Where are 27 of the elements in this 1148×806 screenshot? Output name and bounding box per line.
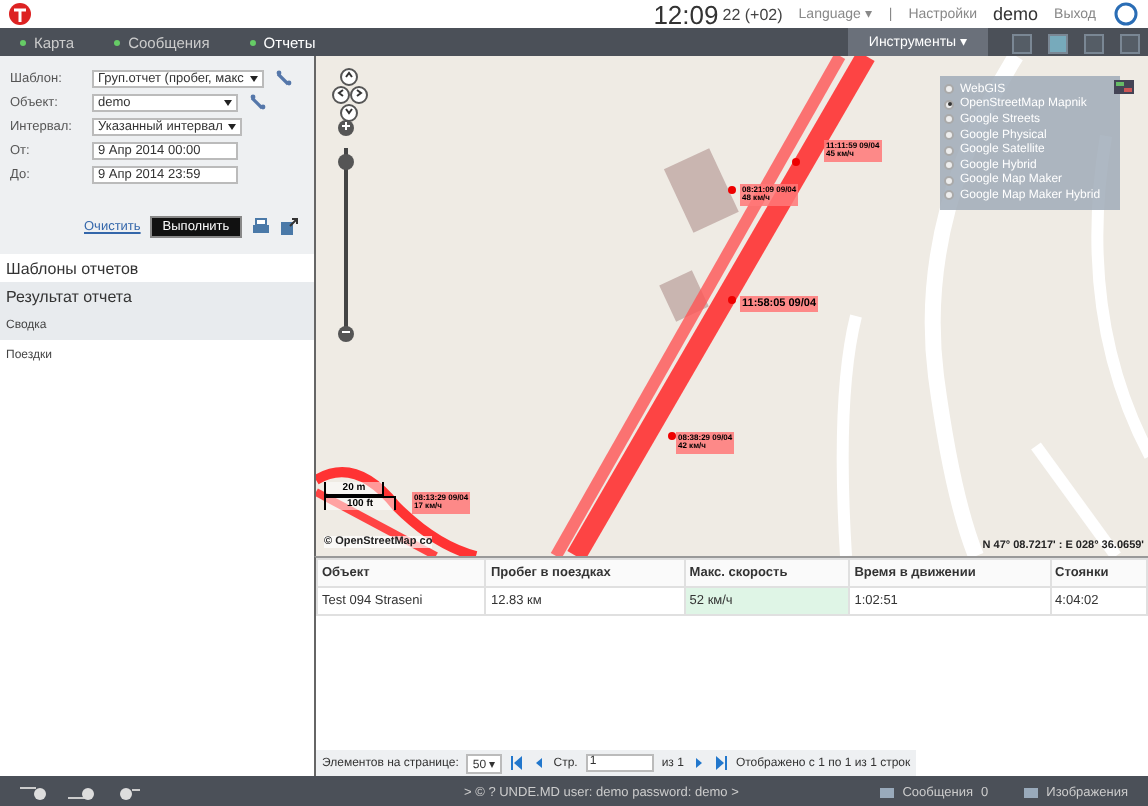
layer-toggle-icon[interactable] — [1114, 80, 1134, 94]
plus-icon — [340, 120, 352, 132]
next-page-icon[interactable] — [691, 756, 706, 770]
envelope-icon — [880, 787, 895, 797]
first-page-icon[interactable] — [509, 756, 524, 770]
export-icon[interactable] — [279, 218, 298, 236]
section-header[interactable]: Шаблоны отчетов — [0, 254, 314, 282]
clock-seconds: 22 (+02) — [722, 5, 783, 23]
print-icon[interactable] — [251, 218, 270, 236]
chevron-right-icon — [354, 88, 364, 98]
toggle-icon[interactable] — [68, 785, 96, 799]
clock-time: 12:09 — [653, 0, 719, 29]
chevron-left-icon — [336, 88, 346, 98]
caret-icon — [224, 99, 232, 105]
chevron-up-icon — [344, 70, 354, 80]
chevron-down-icon — [344, 106, 354, 116]
section-header[interactable]: Результат отчета — [0, 282, 314, 310]
toggle-icon[interactable] — [116, 785, 144, 799]
last-page-icon[interactable] — [713, 756, 728, 770]
user-name: demo — [993, 4, 1039, 24]
caret-icon — [249, 75, 258, 81]
toggle-icon[interactable] — [20, 785, 48, 799]
previous-page-icon[interactable] — [531, 756, 546, 770]
circle-logo-icon — [1112, 2, 1140, 26]
image-icon — [1024, 787, 1039, 797]
caret-icon — [228, 123, 237, 129]
minus-icon — [340, 326, 352, 338]
